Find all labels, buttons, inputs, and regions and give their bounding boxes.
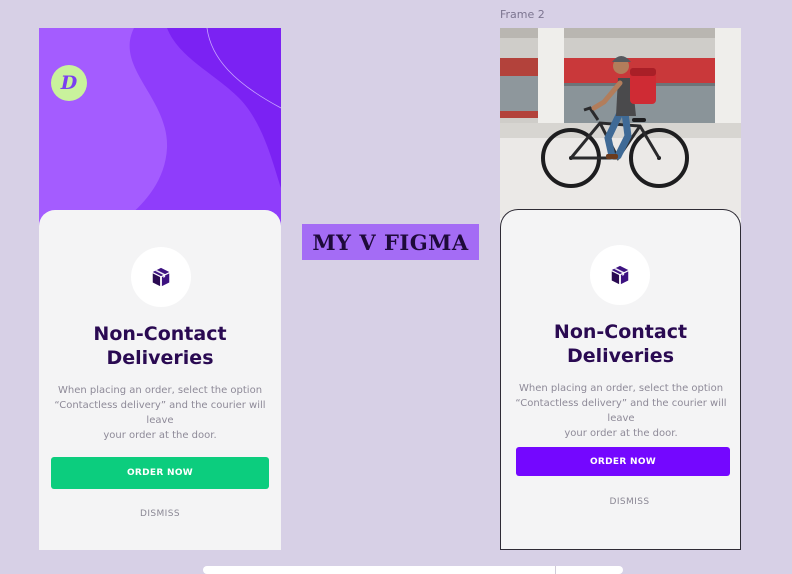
order-now-button[interactable]: ORDER NOW xyxy=(51,457,269,489)
package-box-icon xyxy=(152,267,170,287)
card-title: Non-Contact Deliveries xyxy=(553,321,688,367)
info-sheet: Non-Contact Deliveries When placing an o… xyxy=(500,209,741,550)
dismiss-button[interactable]: DISMISS xyxy=(39,509,281,519)
frame-label[interactable]: Frame 2 xyxy=(500,8,545,21)
info-sheet: Non-Contact Deliveries When placing an o… xyxy=(39,210,281,550)
package-icon-circle xyxy=(131,247,191,307)
hero-wave-background xyxy=(39,28,281,228)
left-phone-screen: D Non-Contact Deliveries When placing an… xyxy=(39,28,281,550)
package-icon-circle xyxy=(590,245,650,305)
courier-bicycle-photo xyxy=(500,28,741,218)
dismiss-button[interactable]: DISMISS xyxy=(510,497,741,507)
brand-logo-icon: D xyxy=(51,65,87,101)
card-description: When placing an order, select the option… xyxy=(54,385,266,441)
frame-bottom-border xyxy=(501,549,740,550)
card-description: When placing an order, select the option… xyxy=(515,383,727,439)
right-phone-screen: Non-Contact Deliveries When placing an o… xyxy=(500,28,741,550)
center-label: MY V FIGMA xyxy=(302,224,479,260)
bottom-toolbar[interactable] xyxy=(203,566,623,574)
package-box-icon xyxy=(611,265,629,285)
card-title: Non-Contact Deliveries xyxy=(93,323,227,369)
order-now-button[interactable]: ORDER NOW xyxy=(516,447,730,476)
toolbar-divider xyxy=(555,566,556,574)
